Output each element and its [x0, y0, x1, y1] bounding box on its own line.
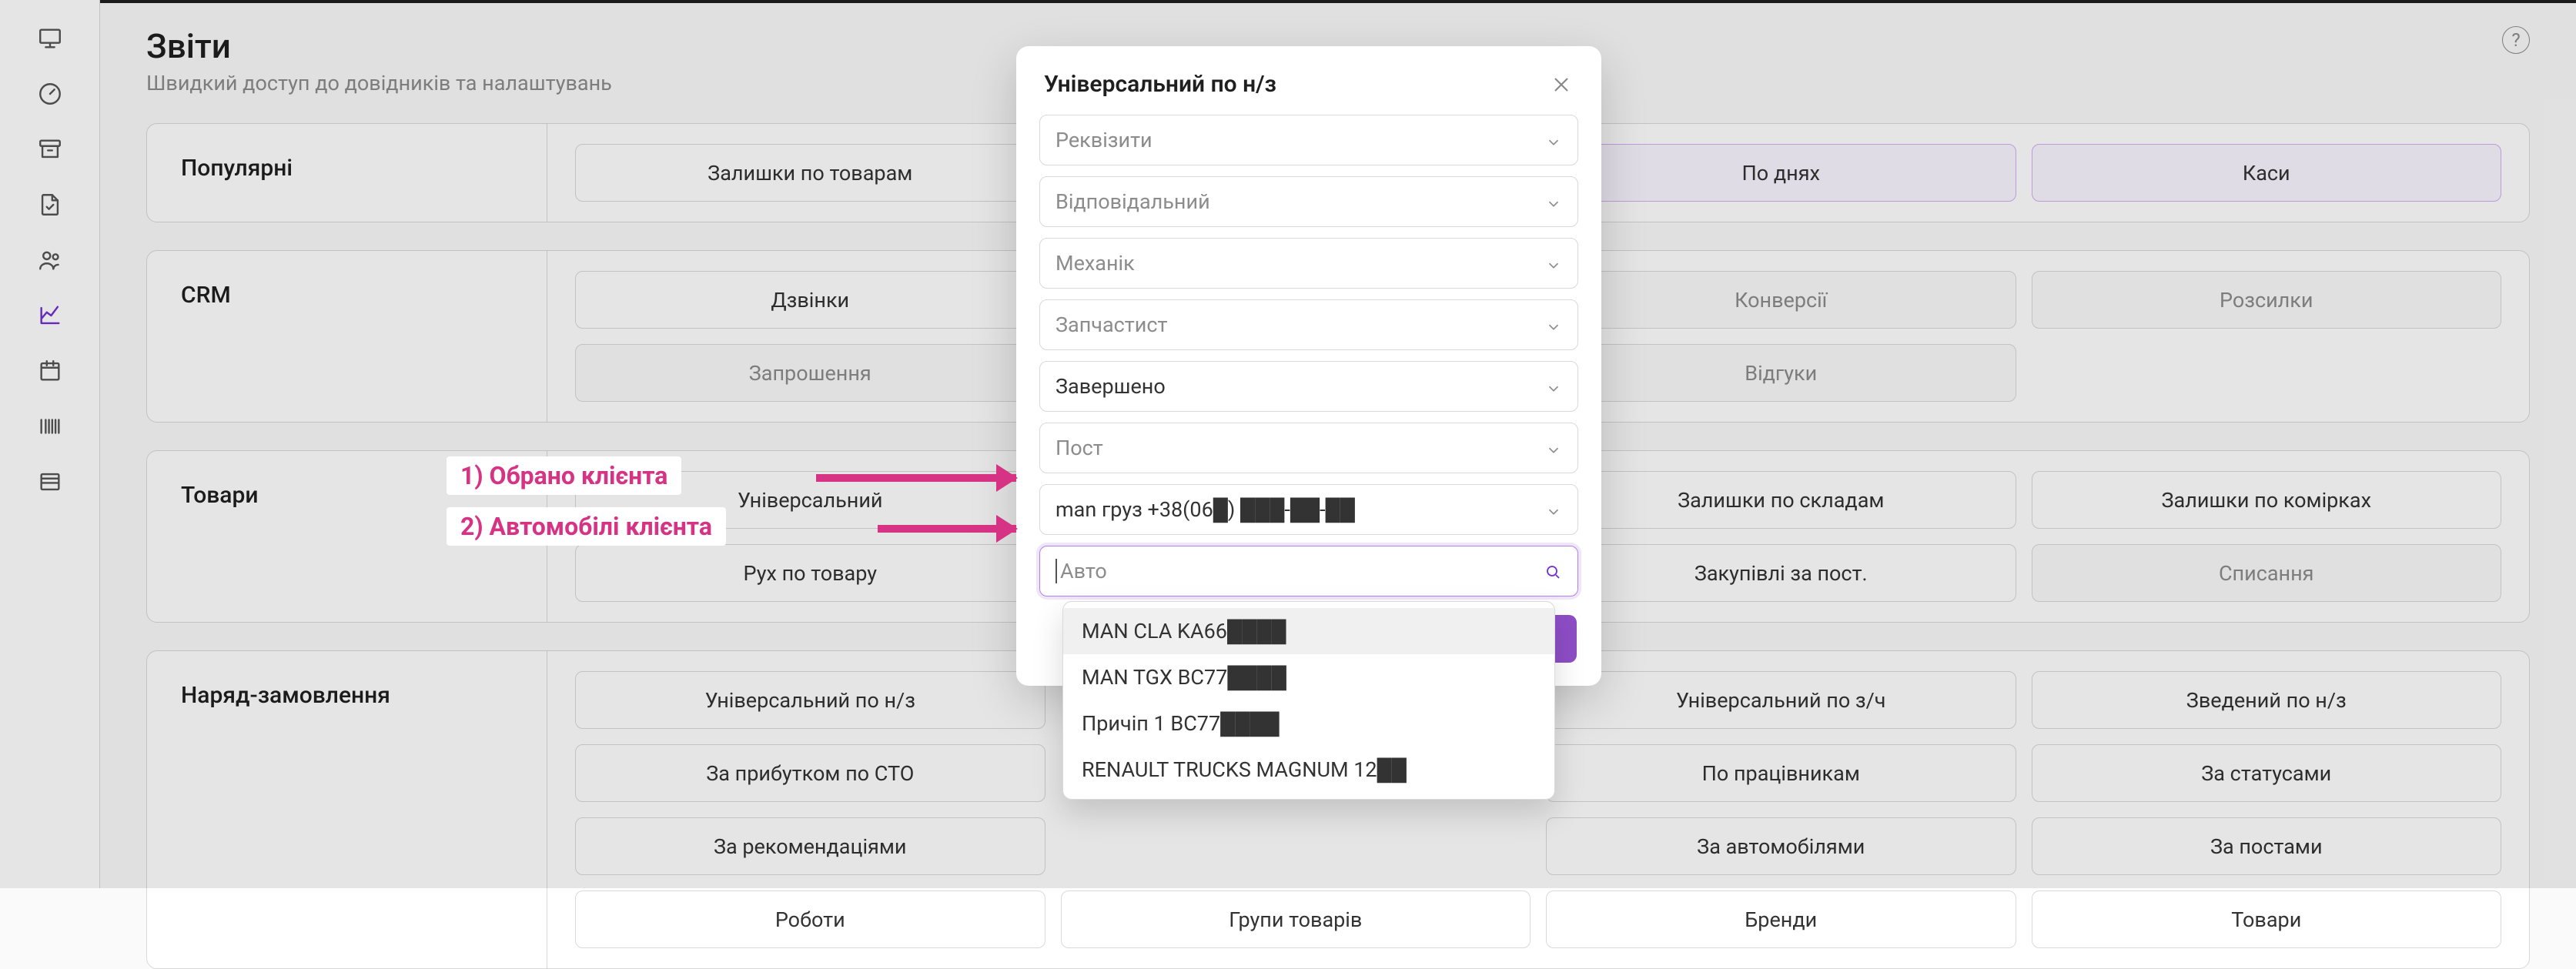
- responsible-placeholder: Відповідальний: [1055, 189, 1210, 214]
- annotation-2: 2) Автомобілі клієнта: [447, 507, 726, 546]
- annotation-arrow-1: [816, 474, 1016, 482]
- vehicle-dropdown: MAN CLA KA66████MAN TGX BC77████Причіп 1…: [1062, 601, 1555, 800]
- chevron-down-icon: [1545, 316, 1562, 333]
- chevron-down-icon: [1545, 439, 1562, 456]
- mechanic-placeholder: Механік: [1055, 251, 1135, 276]
- post-placeholder: Пост: [1055, 436, 1103, 460]
- modal-fields: Реквізити Відповідальний Механік Запчаст…: [1016, 115, 1601, 596]
- client-select[interactable]: man груз +38(06█) ███-██-██: [1039, 484, 1578, 535]
- mechanic-select[interactable]: Механік: [1039, 238, 1578, 289]
- responsible-select[interactable]: Відповідальний: [1039, 176, 1578, 227]
- vehicle-option[interactable]: MAN CLA KA66████: [1063, 608, 1554, 654]
- report-button[interactable]: Роботи: [575, 890, 1045, 948]
- chevron-down-icon: [1545, 132, 1562, 149]
- vehicle-option[interactable]: Причіп 1 BC77████: [1063, 700, 1554, 747]
- report-button[interactable]: Бренди: [1546, 890, 2016, 948]
- report-filter-modal: Універсальний по н/з Реквізити Відповіда…: [1016, 46, 1601, 686]
- status-value: Завершено: [1055, 374, 1166, 399]
- close-icon[interactable]: [1549, 72, 1574, 97]
- annotation-arrow-2: [878, 525, 1016, 533]
- post-select[interactable]: Пост: [1039, 423, 1578, 473]
- vehicle-placeholder: Авто: [1055, 559, 1107, 583]
- search-icon: [1544, 562, 1562, 580]
- requisites-select[interactable]: Реквізити: [1039, 115, 1578, 165]
- client-value: man груз +38(06█) ███-██-██: [1055, 497, 1355, 522]
- button-row: Роботи Групи товарів Бренди Товари: [575, 890, 2501, 948]
- chevron-down-icon: [1545, 378, 1562, 395]
- vehicle-option[interactable]: RENAULT TRUCKS MAGNUM 12██: [1063, 747, 1554, 793]
- vehicle-option[interactable]: MAN TGX BC77████: [1063, 654, 1554, 700]
- parts-specialist-placeholder: Запчастист: [1055, 312, 1168, 337]
- modal-title: Універсальний по н/з: [1044, 71, 1276, 98]
- requisites-placeholder: Реквізити: [1055, 128, 1153, 152]
- report-button[interactable]: Групи товарів: [1061, 890, 1531, 948]
- vehicle-search-input[interactable]: Авто: [1039, 546, 1578, 596]
- chevron-down-icon: [1545, 193, 1562, 210]
- report-button[interactable]: Товари: [2032, 890, 2502, 948]
- modal-header: Універсальний по н/з: [1016, 46, 1601, 115]
- annotation-1: 1) Обрано клієнта: [447, 456, 681, 495]
- chevron-down-icon: [1545, 255, 1562, 272]
- parts-specialist-select[interactable]: Запчастист: [1039, 299, 1578, 350]
- status-select[interactable]: Завершено: [1039, 361, 1578, 412]
- chevron-down-icon: [1545, 501, 1562, 518]
- vehicle-field-wrap: Авто MAN CLA KA66████MAN TGX BC77████При…: [1039, 546, 1578, 596]
